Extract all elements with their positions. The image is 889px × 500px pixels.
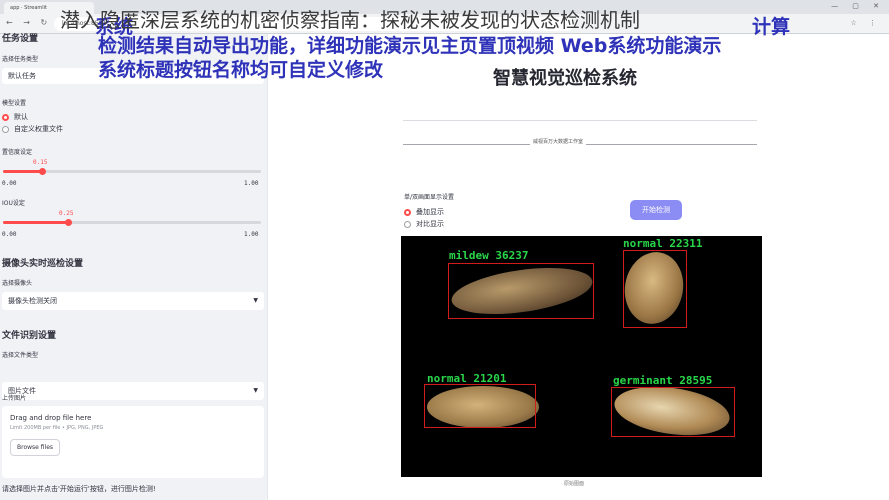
- model-option-default[interactable]: 默认: [2, 111, 264, 123]
- display-mode-label: 单/双画面显示设置: [404, 194, 455, 201]
- camera-section-heading: 摄像头实时巡检设置: [2, 259, 84, 269]
- iou-label: IOU设定: [2, 200, 25, 207]
- iou-value: 0.25: [59, 210, 74, 217]
- camera-select-value: 摄像头检测关闭: [8, 297, 57, 305]
- page-title: 智慧视觉巡检系统: [493, 68, 637, 89]
- start-detection-button[interactable]: 开始检测: [630, 200, 682, 220]
- model-label: 模型设置: [2, 100, 27, 107]
- dropzone-title: Drag and drop file here: [10, 414, 92, 422]
- upload-label: 上传图片: [2, 395, 27, 402]
- radio-selected-icon: [404, 208, 411, 216]
- tab-strip: app · Streamlit: [0, 0, 889, 14]
- radio-selected-icon: [2, 113, 9, 121]
- detection-image: mildew 36237 normal 22311 normal 21201 g…: [401, 236, 762, 477]
- chevron-down-icon: ▼: [253, 297, 258, 304]
- camera-select[interactable]: 摄像头检测关闭 ▼: [2, 292, 264, 310]
- radio-icon: [2, 125, 9, 133]
- confidence-slider-handle[interactable]: [38, 168, 46, 175]
- divider: [403, 120, 757, 121]
- model-radio-group: 默认 自定义权重文件: [2, 111, 264, 135]
- task-input[interactable]: 默认任务: [2, 68, 264, 84]
- studio-credit: 威视百万大数据工作室: [530, 138, 587, 145]
- window-controls[interactable]: — ▢ ✕: [831, 2, 885, 10]
- browse-files-button[interactable]: Browse files: [10, 439, 61, 456]
- detection-label: normal 21201: [427, 372, 507, 385]
- mode-option-label: 叠加显示: [416, 208, 444, 216]
- model-option-label: 默认: [14, 113, 28, 121]
- confidence-slider-fill: [3, 170, 42, 173]
- url-field[interactable]: localhost:8501: [54, 17, 574, 31]
- detection-label: germinant 28595: [613, 374, 713, 387]
- browser-tab[interactable]: app · Streamlit: [4, 2, 94, 14]
- hint-text: 请选择图片并点击'开始运行'按钮，进行图片检测!: [2, 485, 156, 493]
- mode-option-label: 对比显示: [416, 220, 444, 228]
- dropzone-limit: Limit 200MB per file • JPG, PNG, JPEG: [10, 425, 104, 431]
- nav-buttons[interactable]: ← → ↻: [6, 18, 51, 27]
- file-type-label: 选择文件类型: [2, 352, 39, 359]
- task-select-label: 选择任务类型: [2, 56, 39, 63]
- iou-max: 1.00: [244, 231, 259, 238]
- browser-menu-icons[interactable]: ☆ ⋮: [850, 19, 881, 27]
- sidebar: 任务设置 选择任务类型 默认任务 模型设置 默认 自定义权重文件 置信度设定 0…: [0, 34, 268, 500]
- model-option-label: 自定义权重文件: [14, 125, 63, 133]
- iou-slider-fill: [3, 221, 68, 224]
- confidence-min: 0.00: [2, 180, 17, 187]
- detection-box: [623, 250, 687, 328]
- detection-box: [611, 387, 735, 437]
- display-mode-radio-group: 叠加显示 对比显示: [404, 206, 444, 230]
- mode-option-overlay[interactable]: 叠加显示: [404, 206, 444, 218]
- detection-box: [448, 263, 594, 319]
- image-caption: 原始图面: [564, 481, 585, 487]
- radio-icon: [404, 220, 411, 228]
- iou-slider-handle[interactable]: [64, 219, 72, 226]
- detection-box: [424, 384, 536, 428]
- task-section-heading: 任务设置: [2, 34, 39, 44]
- file-section-heading: 文件识别设置: [2, 331, 57, 341]
- iou-min: 0.00: [2, 231, 17, 238]
- model-option-custom[interactable]: 自定义权重文件: [2, 123, 264, 135]
- main-content: 智慧视觉巡检系统 威视百万大数据工作室 单/双画面显示设置 叠加显示 对比显示 …: [268, 34, 889, 500]
- detection-label: normal 22311: [623, 237, 703, 250]
- camera-label: 选择摄像头: [2, 280, 33, 287]
- confidence-label: 置信度设定: [2, 149, 33, 156]
- file-dropzone[interactable]: Drag and drop file here Limit 200MB per …: [2, 406, 264, 478]
- confidence-value: 0.15: [33, 159, 48, 166]
- mode-option-compare[interactable]: 对比显示: [404, 218, 444, 230]
- detection-label: mildew 36237: [449, 249, 529, 262]
- browser-chrome: app · Streamlit — ▢ ✕ ← → ↻ localhost:85…: [0, 0, 889, 34]
- confidence-max: 1.00: [244, 180, 259, 187]
